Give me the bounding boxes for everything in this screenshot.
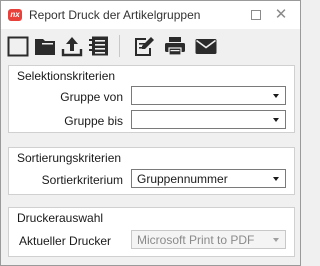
app-logo: nx: [8, 9, 22, 21]
new-document-button[interactable]: [6, 34, 30, 58]
group-to-label: Gruppe bis: [64, 114, 123, 128]
chevron-down-icon: [273, 177, 279, 181]
chevron-down-icon: [273, 238, 279, 242]
selection-group-title: Selektionskriterien: [17, 69, 116, 83]
sort-criterion-value: Gruppennummer: [137, 172, 228, 186]
close-button[interactable]: ✕: [273, 7, 289, 23]
maximize-button[interactable]: [248, 7, 264, 23]
printer-group: Druckerauswahl Aktueller Drucker Microso…: [8, 207, 295, 257]
chevron-down-icon: [273, 94, 279, 98]
sorting-group-title: Sortierungskriterien: [17, 151, 122, 165]
list-icon: [89, 36, 108, 56]
current-printer-value: Microsoft Print to PDF: [137, 233, 255, 247]
edit-icon: [135, 37, 154, 56]
mail-button[interactable]: [194, 34, 218, 58]
upload-icon: [61, 37, 83, 57]
open-folder-button[interactable]: [33, 34, 57, 58]
sort-criterion-label: Sortierkriterium: [41, 173, 123, 187]
printer-group-title: Druckerauswahl: [17, 211, 104, 225]
mail-icon: [195, 39, 217, 54]
group-from-dropdown[interactable]: [131, 86, 286, 105]
open-folder-icon: [35, 39, 55, 55]
print-button[interactable]: [163, 34, 187, 58]
current-printer-dropdown[interactable]: Microsoft Print to PDF: [131, 230, 286, 249]
report-window: nx Report Druck der Artikelgruppen ✕ Sel…: [0, 0, 301, 266]
title-bar: nx Report Druck der Artikelgruppen ✕: [1, 1, 300, 29]
edit-button[interactable]: [132, 34, 156, 58]
sorting-group: Sortierungskriterien Sortierkriterium Gr…: [8, 147, 295, 195]
group-from-label: Gruppe von: [60, 90, 123, 104]
toolbar: [1, 29, 300, 63]
window-title: Report Druck der Artikelgruppen: [29, 8, 201, 22]
printer-icon: [165, 37, 185, 56]
group-to-dropdown[interactable]: [131, 110, 286, 129]
toolbar-separator: [119, 35, 120, 57]
list-button[interactable]: [87, 34, 111, 58]
sort-criterion-dropdown[interactable]: Gruppennummer: [131, 169, 286, 188]
maximize-icon: [251, 10, 261, 20]
upload-button[interactable]: [60, 34, 84, 58]
close-icon: ✕: [274, 6, 288, 23]
selection-group: Selektionskriterien Gruppe von Gruppe bi…: [8, 65, 295, 133]
new-document-icon: [7, 36, 29, 57]
chevron-down-icon: [273, 118, 279, 122]
current-printer-label: Aktueller Drucker: [19, 234, 112, 248]
